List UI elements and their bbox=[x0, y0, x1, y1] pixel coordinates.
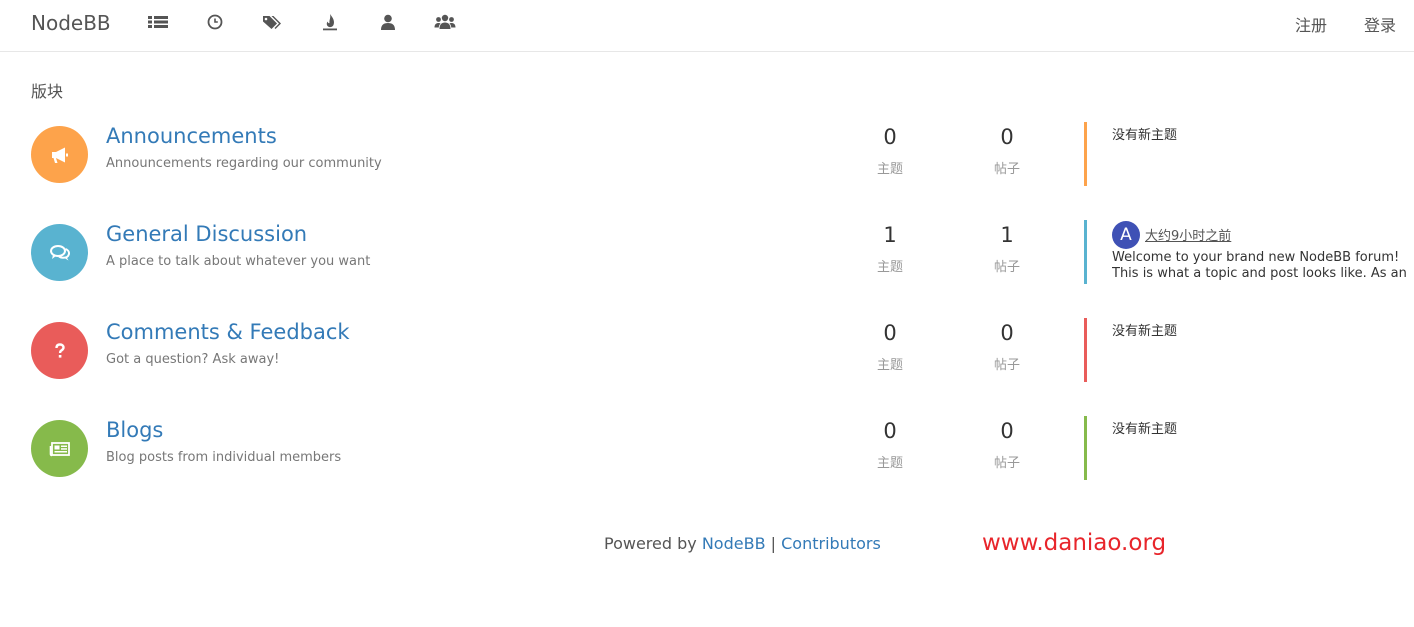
category-row-announcements: Announcements Announcements regarding ou… bbox=[0, 122, 1414, 196]
teaser-color-bar bbox=[1084, 318, 1087, 382]
category-title-link[interactable]: Announcements bbox=[106, 124, 277, 148]
contributors-link[interactable]: Contributors bbox=[781, 534, 881, 553]
footer-separator: | bbox=[770, 534, 777, 553]
users-icon[interactable] bbox=[377, 13, 399, 31]
tags-icon[interactable] bbox=[261, 13, 283, 31]
newspaper-icon bbox=[49, 441, 70, 456]
topics-count: 0 bbox=[883, 321, 897, 345]
posts-count: 0 bbox=[1000, 321, 1014, 345]
bullhorn-icon bbox=[51, 147, 68, 163]
category-icon-badge[interactable] bbox=[31, 126, 88, 183]
category-description: Announcements regarding our community bbox=[106, 156, 382, 171]
brand-logo[interactable]: NodeBB bbox=[31, 11, 111, 35]
login-link[interactable]: 登录 bbox=[1364, 12, 1396, 36]
category-title-link[interactable]: Comments & Feedback bbox=[106, 320, 350, 344]
topics-count: 1 bbox=[883, 223, 897, 247]
topics-count: 0 bbox=[883, 125, 897, 149]
popular-icon[interactable] bbox=[319, 13, 341, 31]
teaser-color-bar bbox=[1084, 416, 1087, 480]
teaser-color-bar bbox=[1084, 220, 1087, 284]
categories-icon[interactable] bbox=[147, 13, 169, 31]
page-title: 版块 bbox=[31, 82, 64, 101]
topics-label: 主题 bbox=[876, 456, 903, 471]
topics-label: 主题 bbox=[876, 260, 903, 275]
category-icon-badge[interactable] bbox=[31, 322, 88, 379]
category-description: A place to talk about whatever you want bbox=[106, 254, 371, 269]
category-row-comments-feedback: Comments & Feedback Got a question? Ask … bbox=[0, 318, 1414, 392]
no-new-topics-text: 没有新主题 bbox=[1112, 324, 1178, 339]
navbar: NodeBB 注册 登录 bbox=[0, 0, 1414, 52]
powered-by-text: Powered by bbox=[604, 534, 697, 553]
category-description: Got a question? Ask away! bbox=[106, 352, 280, 367]
topics-label: 主题 bbox=[876, 162, 903, 177]
avatar[interactable]: A bbox=[1112, 221, 1140, 249]
teaser-post-content: Welcome to your brand new NodeBB forum! … bbox=[1112, 250, 1407, 281]
no-new-topics-text: 没有新主题 bbox=[1112, 128, 1178, 143]
posts-label: 帖子 bbox=[993, 260, 1020, 275]
question-icon bbox=[54, 342, 65, 358]
category-row-general-discussion: General Discussion A place to talk about… bbox=[0, 220, 1414, 294]
posts-count: 1 bbox=[1000, 223, 1014, 247]
no-new-topics-text: 没有新主题 bbox=[1112, 422, 1178, 437]
recent-icon[interactable] bbox=[204, 13, 226, 31]
posts-label: 帖子 bbox=[993, 162, 1020, 177]
register-link[interactable]: 注册 bbox=[1295, 12, 1327, 36]
category-icon-badge[interactable] bbox=[31, 224, 88, 281]
nodebb-link[interactable]: NodeBB bbox=[702, 534, 766, 553]
posts-count: 0 bbox=[1000, 125, 1014, 149]
category-title-link[interactable]: General Discussion bbox=[106, 222, 307, 246]
posts-count: 0 bbox=[1000, 419, 1014, 443]
comments-icon bbox=[49, 244, 70, 260]
posts-label: 帖子 bbox=[993, 456, 1020, 471]
category-description: Blog posts from individual members bbox=[106, 450, 342, 465]
topics-count: 0 bbox=[883, 419, 897, 443]
topics-label: 主题 bbox=[876, 358, 903, 373]
category-icon-badge[interactable] bbox=[31, 420, 88, 477]
teaser-color-bar bbox=[1084, 122, 1087, 186]
posts-label: 帖子 bbox=[993, 358, 1020, 373]
category-title-link[interactable]: Blogs bbox=[106, 418, 163, 442]
powered-by-line: Powered by NodeBB | Contributors bbox=[604, 534, 881, 553]
watermark: www.daniao.org bbox=[982, 530, 1167, 556]
groups-icon[interactable] bbox=[434, 13, 456, 31]
category-row-blogs: Blogs Blog posts from individual members… bbox=[0, 416, 1414, 490]
teaser-timestamp-link[interactable]: 大约9小时之前 bbox=[1145, 225, 1231, 244]
